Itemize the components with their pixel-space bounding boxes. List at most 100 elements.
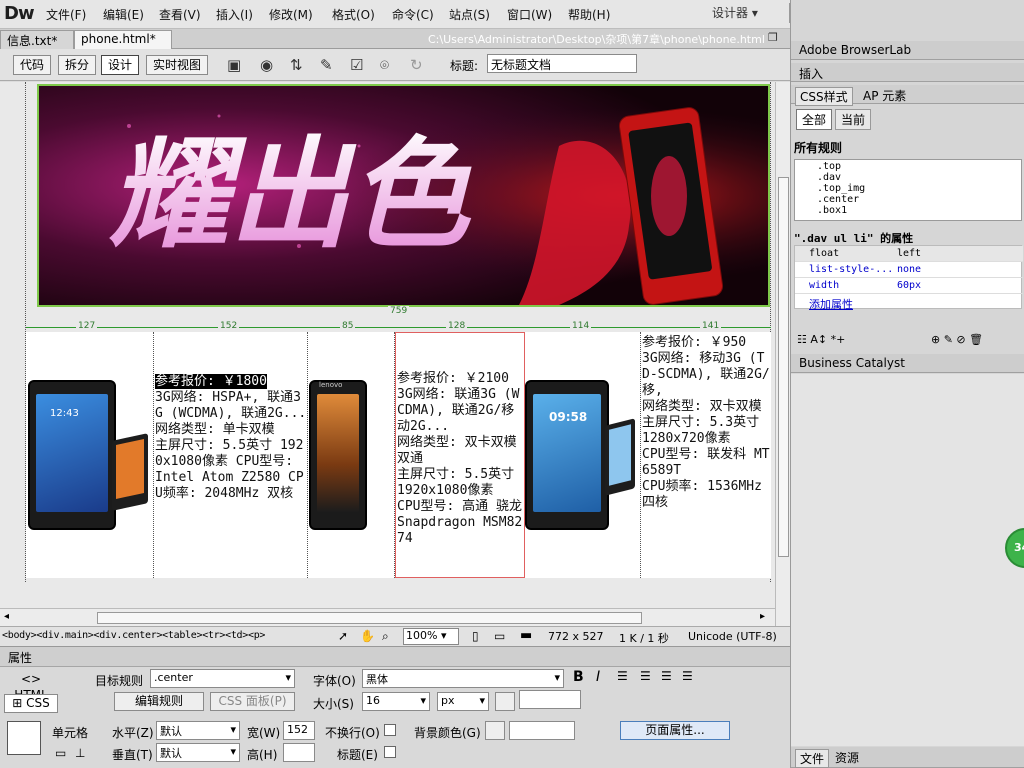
vertical-scrollbar[interactable] (775, 82, 790, 626)
table-cell[interactable]: 参考报价: ￥950 3G网络: 移动3G (TD-SCDMA), 联通2G/移… (641, 332, 771, 578)
align-center-icon[interactable]: ☰ (640, 669, 651, 683)
menu-insert[interactable]: 插入(I) (216, 6, 253, 23)
table-cell[interactable]: 12:43 (26, 332, 154, 578)
table-cell[interactable]: 参考报价: ￥1800 3G网络: HSPA+, 联通3G (WCDMA), 联… (154, 332, 308, 578)
mobile-size-icon[interactable]: ▯ (472, 629, 479, 643)
scroll-right-icon[interactable]: ▸ (760, 611, 765, 622)
horz-select[interactable]: 默认 ▾ (156, 721, 240, 740)
menu-format[interactable]: 格式(O) (332, 6, 375, 23)
menu-file[interactable]: 文件(F) (46, 6, 86, 23)
list-item[interactable]: .box1 (817, 205, 1021, 216)
restore-doc-icon[interactable]: ❐ (768, 31, 778, 44)
window-size[interactable]: 772 x 527 (548, 630, 604, 643)
italic-button[interactable]: I (596, 669, 600, 685)
live-view-button[interactable]: 实时视图 (146, 55, 209, 75)
bg-color-input[interactable] (509, 721, 575, 740)
header-checkbox[interactable] (384, 746, 396, 758)
product-table[interactable]: 12:43 参考报价: ￥1800 3G网络: HSPA+, 联通3G (WCD… (26, 332, 771, 578)
list-item[interactable]: .center (817, 194, 1021, 205)
tab-ap-elements[interactable]: AP 元素 (859, 87, 910, 104)
desktop-size-icon[interactable]: ▬ (520, 628, 532, 643)
refresh-icon[interactable]: ↻ (410, 56, 423, 74)
align-left-icon[interactable]: ☰ (617, 669, 628, 683)
add-property-link[interactable]: 添加属性 (809, 296, 853, 312)
tab-files[interactable]: 文件 (795, 749, 830, 768)
bg-color-swatch[interactable] (485, 721, 505, 740)
insert-header[interactable]: 插入 (791, 63, 1024, 82)
merge-cells-icon[interactable]: ▭ (55, 746, 66, 760)
page-properties-button[interactable]: 页面属性... (620, 721, 730, 740)
list-item[interactable]: .top (817, 161, 1021, 172)
design-view-button[interactable]: 设计 (101, 55, 140, 75)
code-view-button[interactable]: 代码 (13, 55, 52, 75)
table-row[interactable]: width 60px (795, 278, 1023, 294)
zoom-tool-icon[interactable]: ⌕ (382, 629, 389, 644)
menu-view[interactable]: 查看(V) (159, 6, 201, 23)
panel-view-icons[interactable]: ☷ A↕ *+ (797, 333, 845, 346)
tag-selector[interactable]: <body><div.main><div.center><table><tr><… (2, 630, 265, 641)
validate-icon[interactable]: ⌾ (380, 56, 389, 74)
css-panel-button[interactable]: CSS 面板(P) (210, 692, 295, 711)
horizontal-scrollbar[interactable]: ◂ ▸ (0, 608, 775, 626)
tab-info-txt[interactable]: 信息.txt* × (0, 30, 74, 63)
multiscreen-icon[interactable]: ▣ (227, 56, 241, 74)
rules-list[interactable]: .top .dav .top_img .center .box1 (794, 159, 1022, 221)
chevron-down-icon: ▾ (230, 745, 236, 758)
current-rules-button[interactable]: 当前 (835, 109, 872, 130)
unit-select[interactable]: px ▾ (437, 692, 489, 711)
preview-browser-icon[interactable]: ◉ (260, 56, 273, 74)
css-properties-table[interactable]: float left list-style-... none width 60px 添… (794, 245, 1023, 312)
height-input[interactable] (283, 743, 315, 762)
text-color-input[interactable] (519, 690, 581, 709)
target-rule-select[interactable]: .center ▾ (150, 669, 295, 688)
nowrap-checkbox[interactable] (384, 724, 396, 736)
menu-edit[interactable]: 编辑(E) (103, 6, 144, 23)
size-select[interactable]: 16 ▾ (362, 692, 430, 711)
table-row[interactable]: float left (795, 246, 1023, 262)
table-row[interactable]: 添加属性 (795, 294, 1023, 312)
menu-window[interactable]: 窗口(W) (507, 6, 552, 23)
vert-select[interactable]: 默认 ▾ (156, 743, 240, 762)
split-cells-icon[interactable]: ⊥ (75, 746, 85, 760)
all-rules-button[interactable]: 全部 (796, 109, 833, 130)
text-color-swatch[interactable] (495, 692, 515, 711)
file-management-icon[interactable]: ⇅ (290, 56, 303, 74)
list-item[interactable]: .top_img (817, 183, 1021, 194)
menu-help[interactable]: 帮助(H) (568, 6, 610, 23)
menu-site[interactable]: 站点(S) (449, 6, 490, 23)
css-mode-button[interactable]: ⊞ CSS (4, 694, 58, 713)
table-cell[interactable]: 09:58 (525, 332, 641, 578)
bold-button[interactable]: B (573, 669, 584, 685)
scroll-left-icon[interactable]: ◂ (4, 611, 9, 622)
tab-assets[interactable]: 资源 (831, 749, 863, 766)
pointer-tool-icon[interactable]: ➚ (338, 629, 348, 643)
menu-modify[interactable]: 修改(M) (269, 6, 313, 23)
tablet-size-icon[interactable]: ▭ (494, 629, 505, 643)
design-view[interactable]: 耀出色 759 127 152 85 128 114 141 12:43 参考报… (0, 82, 775, 608)
menu-commands[interactable]: 命令(C) (392, 6, 434, 23)
check-browser-icon[interactable]: ☑ (350, 56, 363, 74)
scroll-thumb[interactable] (778, 177, 789, 557)
visual-aids-icon[interactable]: ✎ (320, 56, 333, 74)
align-right-icon[interactable]: ☰ (661, 669, 672, 683)
tab-css-styles[interactable]: CSS样式 (795, 87, 853, 106)
table-cell-selected[interactable]: 参考报价: ￥2100 3G网络: 联通3G (WCDMA), 联通2G/移动2… (395, 332, 525, 578)
tab-phone-html[interactable]: phone.html* × (74, 30, 172, 60)
scroll-thumb[interactable] (97, 612, 642, 624)
business-catalyst-header[interactable]: Business Catalyst (791, 354, 1024, 373)
html-mode-button[interactable]: <> HTML (4, 671, 58, 702)
table-row[interactable]: list-style-... none (795, 262, 1023, 278)
table-cell[interactable]: lenovo (308, 332, 395, 578)
list-item[interactable]: .dav (817, 172, 1021, 183)
font-select[interactable]: 黑体 ▾ (362, 669, 564, 688)
panel-action-icons[interactable]: ⊕ ✎ ⊘ 🗑 (931, 333, 983, 346)
edit-rule-button[interactable]: 编辑规则 (114, 692, 204, 711)
zoom-select[interactable]: 100% ▾ (403, 628, 459, 645)
hand-tool-icon[interactable]: ✋ (360, 629, 375, 643)
width-input[interactable]: 152 (283, 721, 315, 740)
browserlab-header[interactable]: Adobe BrowserLab (791, 41, 1024, 60)
split-view-button[interactable]: 拆分 (58, 55, 97, 75)
title-field[interactable]: 无标题文档 (487, 54, 637, 73)
align-justify-icon[interactable]: ☰ (682, 669, 693, 683)
workspace-switcher[interactable]: 设计器 ▾ (712, 4, 758, 21)
